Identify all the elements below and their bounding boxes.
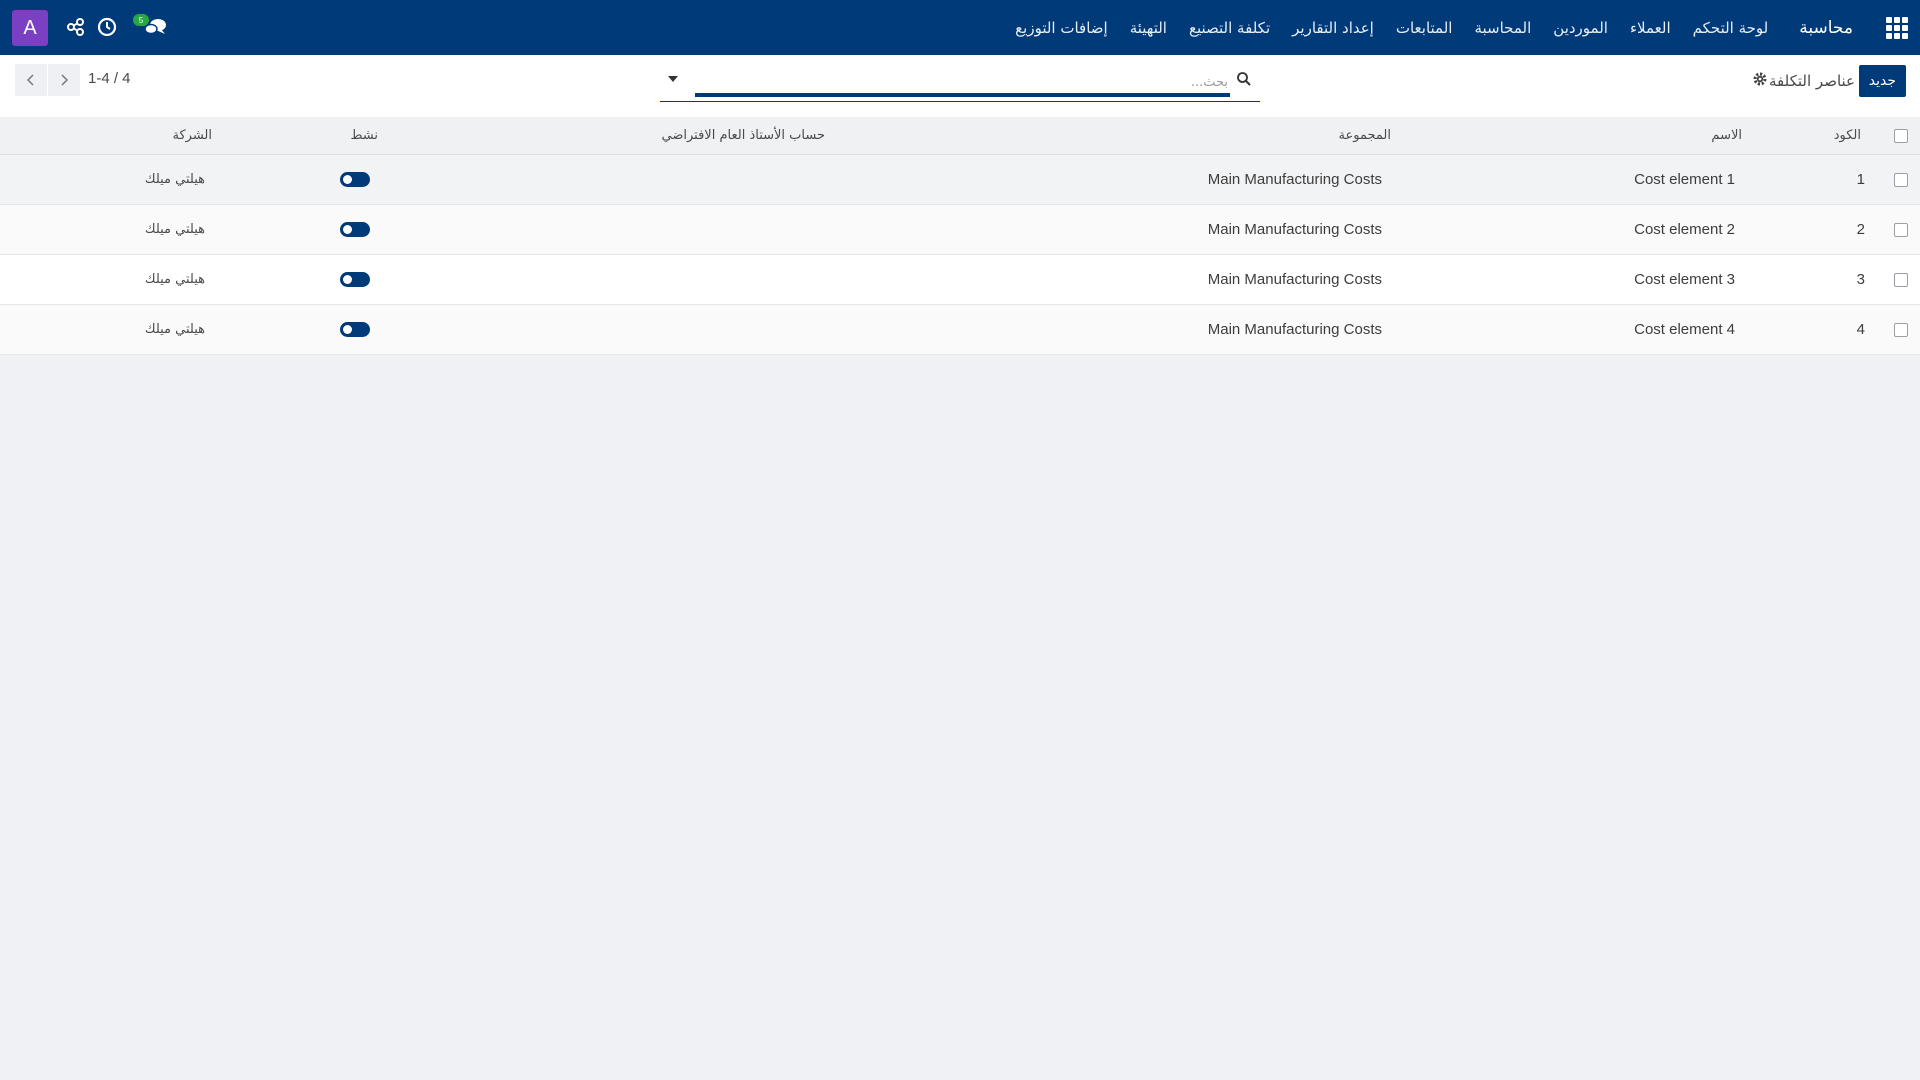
search-input[interactable] — [695, 71, 1230, 93]
gear-icon[interactable] — [1752, 71, 1768, 87]
cell-company: هيلتي ميلك — [144, 322, 205, 337]
row-checkbox[interactable] — [1894, 322, 1908, 337]
page-title: عناصر التكلفة — [1769, 72, 1855, 90]
menu-item-dashboard[interactable]: لوحة التحكم — [1682, 19, 1780, 37]
row-checkbox[interactable] — [1894, 172, 1908, 187]
menu-item-configuration[interactable]: التهيئة — [1119, 19, 1178, 37]
cell-code: 4 — [1856, 321, 1865, 338]
row-select-cell — [1894, 305, 1908, 354]
column-header-default-gl-account[interactable]: حساب الأستاذ العام الافتراضي — [662, 117, 826, 154]
menu-item-vendors[interactable]: الموردين — [1542, 19, 1619, 37]
table-header-row: الكود الاسم المجموعة حساب الأستاذ العام … — [0, 117, 1920, 155]
table-row[interactable]: 4 Cost element 4 Main Manufacturing Cost… — [0, 305, 1920, 355]
cell-company: هيلتي ميلك — [144, 222, 205, 237]
cell-code: 1 — [1856, 171, 1865, 188]
cell-code: 3 — [1856, 271, 1865, 288]
column-header-company[interactable]: الشركة — [172, 117, 212, 154]
menu-item-accounting[interactable]: المحاسبة — [1463, 19, 1542, 37]
active-toggle[interactable] — [340, 222, 370, 237]
row-checkbox[interactable] — [1894, 272, 1908, 287]
search-box — [660, 65, 1260, 102]
active-toggle[interactable] — [340, 322, 370, 337]
row-checkbox[interactable] — [1894, 222, 1908, 237]
pager-previous-button[interactable] — [15, 64, 47, 96]
cell-group: Main Manufacturing Costs — [1207, 221, 1382, 238]
pager-value[interactable]: 1-4 / 4 — [88, 70, 131, 87]
pager-next-button[interactable] — [48, 64, 80, 96]
row-select-cell — [1894, 155, 1908, 204]
cost-elements-table: الكود الاسم المجموعة حساب الأستاذ العام … — [0, 117, 1920, 355]
active-toggle[interactable] — [340, 272, 370, 287]
menu-item-manufacturing-cost[interactable]: تكلفة التصنيع — [1178, 19, 1281, 37]
cell-name: Cost element 2 — [1634, 221, 1735, 238]
chevron-right-icon — [61, 74, 69, 86]
new-button[interactable]: جديد — [1858, 65, 1906, 97]
table-row[interactable]: 1 Cost element 1 Main Manufacturing Cost… — [0, 155, 1920, 205]
cell-name: Cost element 3 — [1634, 271, 1735, 288]
cell-name: Cost element 1 — [1634, 171, 1735, 188]
cell-company: هيلتي ميلك — [144, 172, 205, 187]
search-focus-bar — [695, 93, 1230, 97]
cell-company: هيلتي ميلك — [144, 272, 205, 287]
select-all-cell — [1894, 117, 1908, 154]
active-toggle-cell — [340, 305, 370, 354]
main-menu: محاسبة لوحة التحكم العملاء الموردين المح… — [1004, 0, 1864, 55]
cell-code: 2 — [1856, 221, 1865, 238]
cell-group: Main Manufacturing Costs — [1207, 271, 1382, 288]
column-header-code[interactable]: الكود — [1834, 117, 1861, 154]
chat-count-badge: 5 — [133, 14, 149, 26]
user-avatar[interactable]: A — [12, 10, 48, 46]
active-toggle[interactable] — [340, 172, 370, 187]
menu-item-customers[interactable]: العملاء — [1619, 19, 1682, 37]
column-header-active[interactable]: نشط — [350, 117, 378, 154]
clock-icon[interactable] — [96, 16, 118, 38]
active-toggle-cell — [340, 255, 370, 304]
top-navbar: محاسبة لوحة التحكم العملاء الموردين المح… — [0, 0, 1920, 55]
chevron-left-icon — [26, 74, 34, 86]
select-all-checkbox[interactable] — [1894, 128, 1908, 143]
apps-icon[interactable] — [1886, 17, 1908, 39]
cell-group: Main Manufacturing Costs — [1207, 171, 1382, 188]
menu-brand[interactable]: محاسبة — [1779, 18, 1864, 38]
cell-group: Main Manufacturing Costs — [1207, 321, 1382, 338]
column-header-name[interactable]: الاسم — [1711, 117, 1742, 154]
menu-item-distribution-addons[interactable]: إضافات التوزيع — [1004, 19, 1119, 37]
table-row[interactable]: 2 Cost element 2 Main Manufacturing Cost… — [0, 205, 1920, 255]
search-icon[interactable] — [1236, 71, 1252, 87]
share-icon[interactable] — [65, 16, 87, 38]
control-panel: جديد عناصر التكلفة 1-4 / 4 — [0, 55, 1920, 118]
row-select-cell — [1894, 205, 1908, 254]
active-toggle-cell — [340, 205, 370, 254]
cell-name: Cost element 4 — [1634, 321, 1735, 338]
column-header-group[interactable]: المجموعة — [1339, 117, 1391, 154]
row-select-cell — [1894, 255, 1908, 304]
active-toggle-cell — [340, 155, 370, 204]
search-options-toggle[interactable] — [668, 76, 678, 82]
table-row[interactable]: 3 Cost element 3 Main Manufacturing Cost… — [0, 255, 1920, 305]
menu-item-reporting[interactable]: إعداد التقارير — [1281, 19, 1385, 37]
menu-item-followups[interactable]: المتابعات — [1385, 19, 1464, 37]
